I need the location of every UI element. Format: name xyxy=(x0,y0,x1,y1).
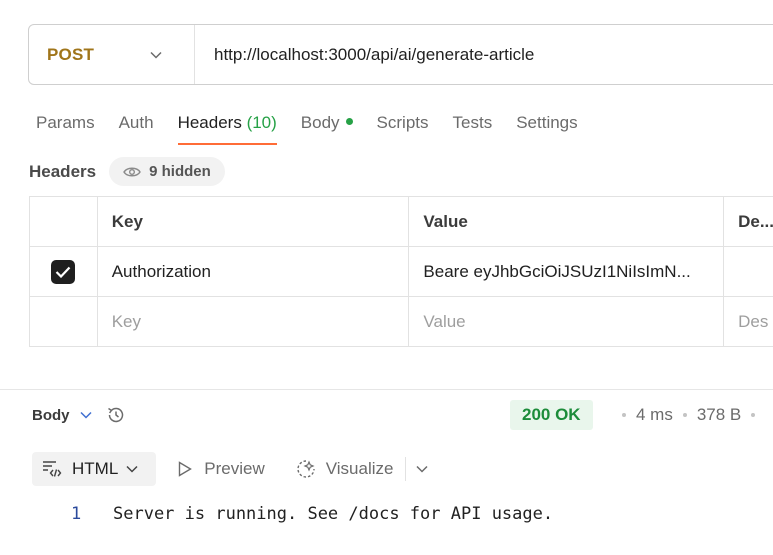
visualize-icon xyxy=(297,460,315,478)
headers-count: (10) xyxy=(246,113,277,132)
column-description: De... xyxy=(723,196,773,247)
tab-headers[interactable]: Headers (10) xyxy=(177,113,278,145)
new-value-input[interactable]: Value xyxy=(408,296,725,347)
request-url-bar: POST xyxy=(28,24,773,85)
body-indicator-dot xyxy=(345,118,353,125)
play-icon xyxy=(179,461,193,477)
preview-label: Preview xyxy=(204,459,265,478)
format-label: HTML xyxy=(72,459,119,478)
tab-label: Scripts xyxy=(376,113,429,132)
row-checkbox-cell xyxy=(29,246,98,297)
chevron-down-icon[interactable] xyxy=(416,465,429,473)
line-number: 1 xyxy=(71,504,82,524)
response-header: Body 200 OK 4 ms 378 B xyxy=(32,400,773,430)
tab-params[interactable]: Params xyxy=(36,113,95,145)
header-key-cell[interactable]: Authorization xyxy=(96,246,410,297)
tab-label: Tests xyxy=(452,113,493,132)
tab-label: Auth xyxy=(118,113,154,132)
response-meta: 4 ms 378 B xyxy=(612,400,765,430)
table-row: Authorization Beare eyJhbGciOiJSUzI1NiIs… xyxy=(29,246,773,297)
visualize-label: Visualize xyxy=(325,459,394,478)
row-checkbox[interactable] xyxy=(51,259,76,284)
response-body-label: Body xyxy=(32,406,70,424)
method-label: POST xyxy=(47,44,95,64)
new-key-input[interactable]: Key xyxy=(96,296,410,347)
headers-title-row: Headers 9 hidden xyxy=(29,157,225,186)
history-icon[interactable] xyxy=(106,405,126,425)
headers-title: Headers xyxy=(29,161,97,181)
preview-button[interactable]: Preview xyxy=(178,459,265,479)
divider xyxy=(405,457,407,481)
response-size[interactable]: 378 B xyxy=(697,405,741,425)
column-value: Value xyxy=(408,196,725,247)
response-format-bar: HTML Preview Visualize xyxy=(32,452,429,486)
check-icon xyxy=(56,266,71,278)
response-text[interactable]: Server is running. See /docs for API usa… xyxy=(113,504,553,524)
column-key: Key xyxy=(96,196,410,247)
format-icon xyxy=(43,461,62,477)
separator-dot xyxy=(682,413,687,417)
url-input[interactable] xyxy=(195,44,755,65)
request-tabs: Params Auth Headers (10) Body Scripts Te… xyxy=(36,113,602,145)
separator-dot xyxy=(751,413,756,417)
method-select[interactable]: POST xyxy=(29,25,195,84)
chevron-down-icon xyxy=(150,51,162,59)
response-time[interactable]: 4 ms xyxy=(636,405,673,425)
chevron-down-icon xyxy=(126,465,146,473)
header-description-cell[interactable] xyxy=(723,246,773,297)
status-badge[interactable]: 200 OK xyxy=(510,400,593,430)
table-header-row: Key Value De... xyxy=(29,196,773,247)
tab-label: Body xyxy=(300,113,340,132)
empty-check-cell xyxy=(29,296,98,347)
tab-auth[interactable]: Auth xyxy=(119,113,154,145)
tab-settings[interactable]: Settings xyxy=(516,113,577,145)
response-code-line: 1 Server is running. See /docs for API u… xyxy=(71,504,553,524)
headers-table: Key Value De... Authorization Beare eyJh… xyxy=(29,196,773,347)
tab-label: Settings xyxy=(516,113,578,132)
tab-label: Params xyxy=(36,113,95,132)
separator-dot xyxy=(622,413,626,417)
table-row-new: Key Value Des xyxy=(29,296,773,347)
tab-tests[interactable]: Tests xyxy=(453,113,493,145)
tab-scripts[interactable]: Scripts xyxy=(377,113,429,145)
column-check xyxy=(29,196,98,247)
panel-divider[interactable] xyxy=(0,389,773,390)
hidden-headers-label: 9 hidden xyxy=(149,163,211,180)
tab-body[interactable]: Body xyxy=(301,113,353,145)
format-select[interactable]: HTML xyxy=(32,452,157,486)
visualize-button[interactable]: Visualize xyxy=(295,458,394,480)
header-value-cell[interactable]: Beare eyJhbGciOiJSUzI1NiIsImN... xyxy=(408,246,725,297)
eye-icon xyxy=(123,167,141,176)
new-description-input[interactable]: Des xyxy=(723,296,773,347)
hidden-headers-toggle[interactable]: 9 hidden xyxy=(109,157,225,186)
chevron-down-icon[interactable] xyxy=(79,411,92,419)
tab-label: Headers xyxy=(177,113,242,132)
